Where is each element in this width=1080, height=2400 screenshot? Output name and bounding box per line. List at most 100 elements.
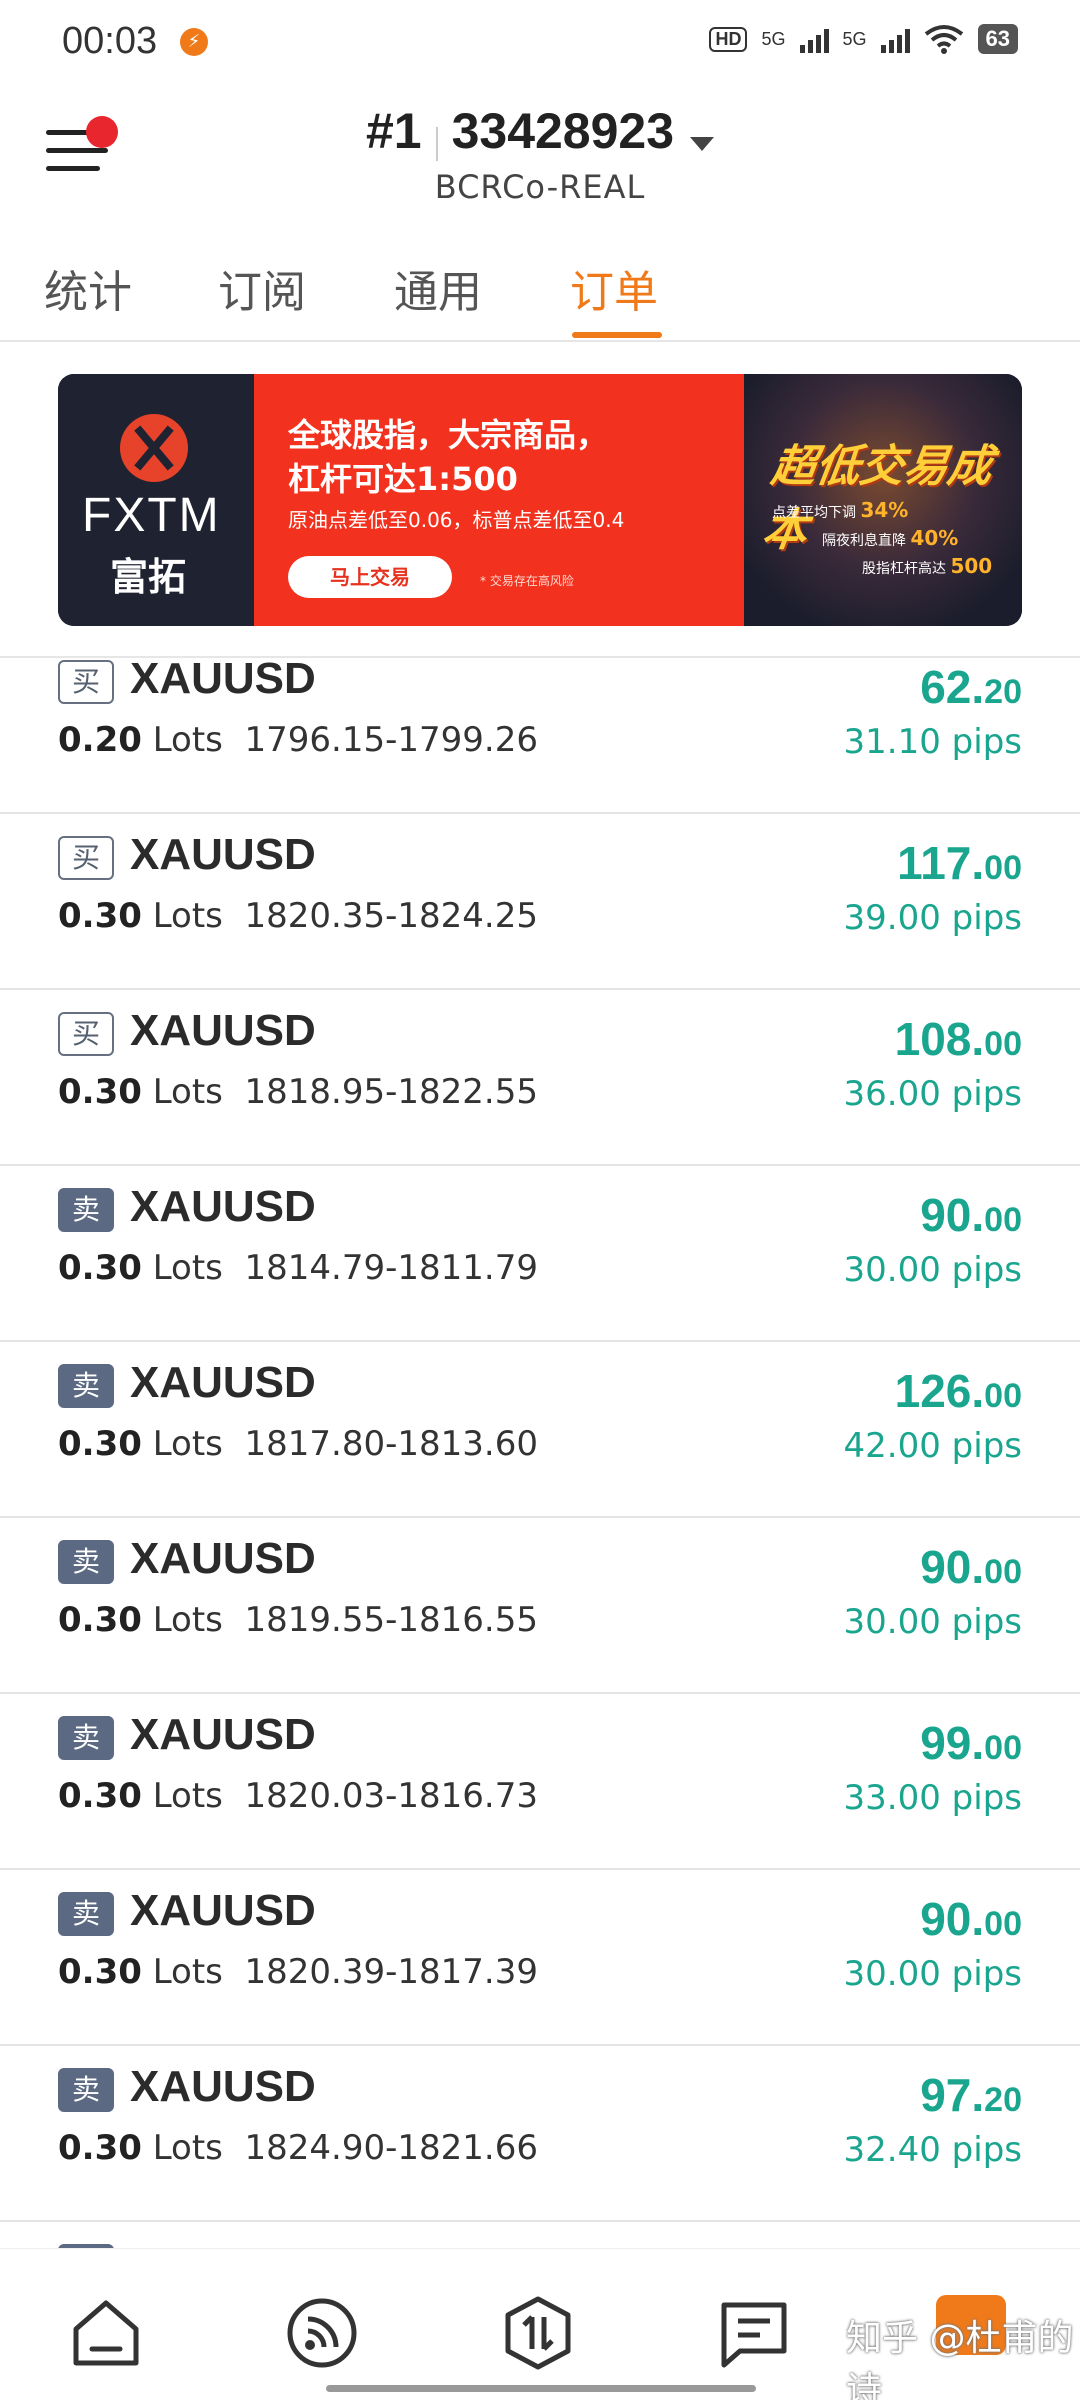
promo-text: 隔夜利息直降	[822, 533, 906, 549]
banner-headline-1: 全球股指，大宗商品，	[288, 416, 609, 454]
order-pips: 30.00 pips	[843, 1602, 1022, 1642]
order-lots: 0.30	[58, 1424, 142, 1464]
banner-logo-panel: FXTM 富拓	[58, 374, 254, 626]
lots-unit: Lots	[152, 1600, 223, 1640]
order-profit: 117.00	[897, 836, 1022, 890]
profit-int: 97.	[920, 2069, 985, 2121]
banner-brand: FXTM	[82, 489, 221, 542]
side-badge-buy: 买	[58, 836, 114, 880]
order-row[interactable]: 卖 XAUUSD 0.30 Lots 1824.90-1821.66 97.20…	[0, 2046, 1080, 2222]
order-profit: 90.00	[920, 1540, 1022, 1594]
order-detail: 0.30 Lots 1818.95-1822.55	[58, 1072, 538, 1112]
order-pips: 42.00 pips	[843, 1426, 1022, 1466]
order-row[interactable]	[0, 2222, 1080, 2248]
banner-risk-note: * 交易存在高风险	[480, 574, 574, 588]
order-profit: 126.00	[895, 1364, 1022, 1418]
side-badge-buy: 买	[58, 660, 114, 704]
lots-unit: Lots	[152, 1952, 223, 1992]
profit-int: 108.	[894, 1013, 985, 1065]
banner-promo-2: 隔夜利息直降 40%	[822, 526, 958, 550]
order-pips: 39.00 pips	[843, 898, 1022, 938]
order-pips: 31.10 pips	[843, 722, 1022, 762]
app-header: #1 33428923 BCRCo-REAL	[0, 86, 1080, 216]
ad-banner[interactable]: FXTM 富拓 全球股指，大宗商品， 杠杆可达1:500 原油点差低至0.06，…	[58, 374, 1022, 626]
profit-int: 90.	[920, 1893, 985, 1945]
order-detail: 0.30 Lots 1820.35-1824.25	[58, 896, 538, 936]
order-row[interactable]: 卖 XAUUSD 0.30 Lots 1820.39-1817.39 90.00…	[0, 1870, 1080, 2046]
side-badge-sell: 卖	[58, 1716, 114, 1760]
signal-feed-icon[interactable]	[284, 2295, 360, 2371]
order-row[interactable]: 买 XAUUSD 0.20 Lots 1796.15-1799.26 62.20…	[0, 658, 1080, 814]
order-lots: 0.30	[58, 1776, 142, 1816]
profit-dec: 00	[984, 1905, 1022, 1943]
tab-orders[interactable]: 订单	[570, 256, 658, 320]
lots-unit: Lots	[152, 2128, 223, 2168]
banner-brand-cn: 富拓	[110, 555, 187, 599]
profit-int: 117.	[897, 837, 985, 889]
order-pips: 30.00 pips	[843, 1250, 1022, 1290]
status-bar: 00:03 ⚡ HD 5G 5G 63	[0, 0, 1080, 86]
order-row[interactable]: 卖 XAUUSD 0.30 Lots 1819.55-1816.55 90.00…	[0, 1518, 1080, 1694]
side-badge-buy: 买	[58, 1012, 114, 1056]
side-badge-sell: 卖	[58, 1364, 114, 1408]
order-prices: 1819.55-1816.55	[244, 1600, 538, 1640]
order-symbol: XAUUSD	[130, 2062, 316, 2111]
tab-statistics[interactable]: 统计	[44, 256, 132, 320]
order-detail: 0.20 Lots 1796.15-1799.26	[58, 720, 538, 760]
order-prices: 1817.80-1813.60	[244, 1424, 538, 1464]
lots-unit: Lots	[152, 1776, 223, 1816]
banner-subline: 原油点差低至0.06，标普点差低至0.4	[288, 508, 625, 532]
order-row[interactable]: 卖 XAUUSD 0.30 Lots 1814.79-1811.79 90.00…	[0, 1166, 1080, 1342]
messages-icon[interactable]	[716, 2295, 792, 2371]
home-icon[interactable]	[68, 2295, 144, 2371]
network-type-1: 5G	[761, 28, 786, 49]
order-prices: 1820.39-1817.39	[244, 1952, 538, 1992]
clock: 00:03	[62, 20, 158, 62]
order-symbol: XAUUSD	[130, 1886, 316, 1935]
order-row[interactable]: 卖 XAUUSD 0.30 Lots 1817.80-1813.60 126.0…	[0, 1342, 1080, 1518]
profit-dec: 00	[984, 1377, 1022, 1415]
status-icons: HD 5G 5G 63	[709, 24, 1018, 54]
promo-text: 股指杠杆高达	[862, 561, 946, 577]
caret-down-icon[interactable]	[690, 136, 715, 151]
banner-trade-button[interactable]: 马上交易	[288, 556, 452, 598]
order-lots: 0.30	[58, 2128, 142, 2168]
order-row[interactable]: 买 XAUUSD 0.30 Lots 1818.95-1822.55 108.0…	[0, 990, 1080, 1166]
wifi-icon	[924, 25, 963, 54]
trade-icon[interactable]	[500, 2295, 576, 2371]
profit-dec: 00	[984, 1201, 1022, 1239]
fxtm-logo-icon	[120, 414, 188, 482]
notification-app-icon: ⚡	[180, 28, 208, 56]
banner-promo-1: 点差平均下调 34%	[772, 498, 908, 522]
profit-dec: 00	[984, 1025, 1022, 1063]
tab-subscriptions[interactable]: 订阅	[218, 256, 306, 320]
order-symbol: XAUUSD	[130, 1006, 316, 1055]
account-selector[interactable]: #1 33428923	[0, 102, 1080, 161]
profit-dec: 20	[984, 673, 1022, 711]
order-list[interactable]: 买 XAUUSD 0.20 Lots 1796.15-1799.26 62.20…	[0, 656, 1080, 2248]
promo-value: 34%	[860, 498, 909, 522]
lots-unit: Lots	[152, 1248, 223, 1288]
side-badge-sell: 卖	[58, 1188, 114, 1232]
account-prefix: #1	[365, 103, 422, 159]
order-row[interactable]: 卖 XAUUSD 0.30 Lots 1820.03-1816.73 99.00…	[0, 1694, 1080, 1870]
order-detail: 0.30 Lots 1820.03-1816.73	[58, 1776, 538, 1816]
order-lots: 0.20	[58, 720, 142, 760]
order-symbol: XAUUSD	[130, 1182, 316, 1231]
order-pips: 30.00 pips	[843, 1954, 1022, 1994]
promo-value: 40%	[910, 526, 959, 550]
hd-icon: HD	[709, 26, 748, 52]
order-row[interactable]: 买 XAUUSD 0.30 Lots 1820.35-1824.25 117.0…	[0, 814, 1080, 990]
order-prices: 1820.35-1824.25	[244, 896, 538, 936]
profit-dec: 00	[984, 849, 1022, 887]
tab-general[interactable]: 通用	[394, 256, 482, 320]
home-indicator[interactable]	[326, 2385, 756, 2392]
promo-text: 点差平均下调	[772, 505, 856, 521]
signal-icon-2	[880, 25, 910, 53]
signal-icon	[799, 25, 829, 53]
profit-int: 62.	[920, 661, 985, 713]
account-number: 33428923	[451, 103, 675, 159]
order-pips: 32.40 pips	[843, 2130, 1022, 2170]
order-symbol: XAUUSD	[130, 1710, 316, 1759]
order-symbol: XAUUSD	[130, 1358, 316, 1407]
